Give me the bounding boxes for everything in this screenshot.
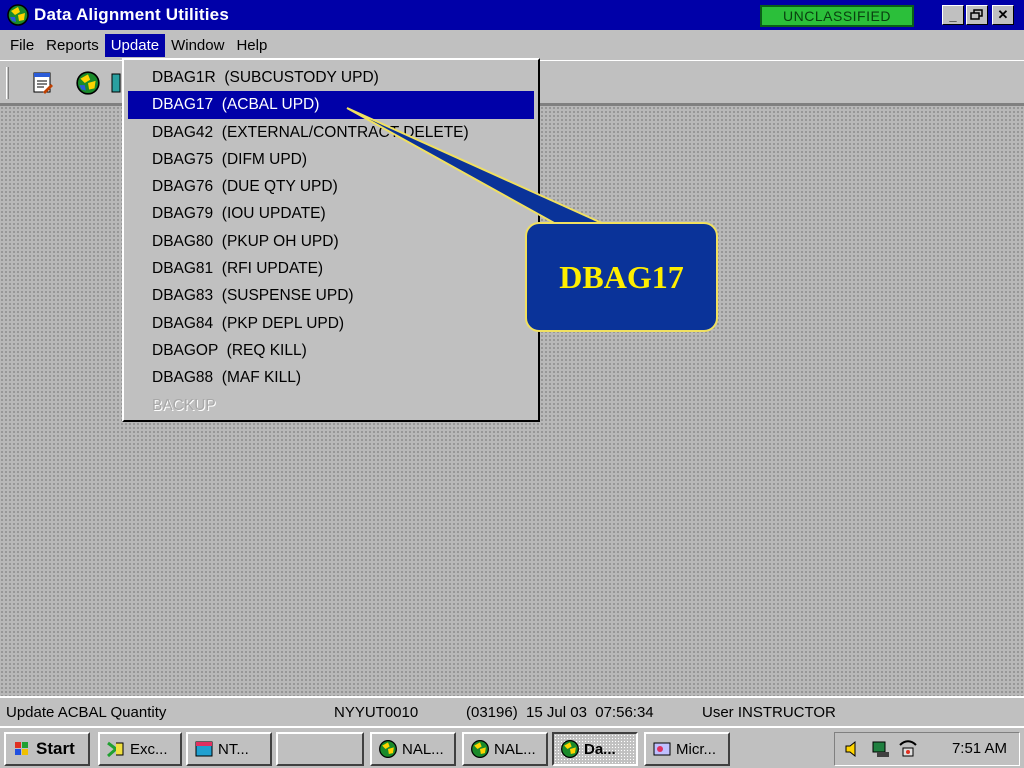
- callout-label: DBAG17: [525, 222, 718, 332]
- windows-logo-icon: [15, 742, 28, 755]
- status-terminal: NYYUT0010: [334, 704, 419, 721]
- classification-banner: UNCLASSIFIED: [760, 5, 914, 27]
- globe-icon: [76, 71, 100, 95]
- menu-bar: File Reports Update Window Help: [0, 30, 1024, 60]
- menu-help[interactable]: Help: [230, 34, 273, 57]
- globe-icon: [379, 740, 397, 758]
- status-user: User INSTRUCTOR: [702, 704, 836, 721]
- taskbar-button-label: Exc...: [130, 740, 168, 758]
- system-tray: 7:51 AM: [834, 732, 1020, 766]
- report-button[interactable]: [28, 69, 56, 97]
- report-icon: [33, 72, 53, 94]
- taskbar-button-microsoft[interactable]: Micr...: [644, 732, 730, 766]
- menu-update-label: Update: [110, 36, 160, 54]
- window-title: Data Alignment Utilities: [34, 5, 229, 24]
- dialup-icon[interactable]: [897, 739, 919, 759]
- menu-item-dbag84[interactable]: DBAG84 (PKP DEPL UPD): [128, 310, 534, 337]
- network-icon[interactable]: [871, 739, 893, 759]
- taskbar-button-label: Micr...: [676, 740, 716, 758]
- status-session: (03196) 15 Jul 03 07:56:34: [466, 704, 654, 721]
- globe-button[interactable]: [74, 69, 102, 97]
- menu-file[interactable]: File: [4, 34, 40, 57]
- menu-item-backup: BACKUP: [152, 396, 216, 414]
- menu-item-dbag79[interactable]: DBAG79 (IOU UPDATE): [128, 200, 534, 227]
- start-button[interactable]: Start: [4, 732, 90, 766]
- menu-reports[interactable]: Reports: [40, 34, 105, 57]
- menu-item-dbag1r[interactable]: DBAG1R (SUBCUSTODY UPD): [128, 64, 534, 91]
- menu-help-label: Help: [236, 36, 268, 54]
- title-bar[interactable]: Data Alignment Utilities UNCLASSIFIED _ …: [0, 0, 1024, 30]
- nt-window-icon: [195, 741, 213, 757]
- taskbar-button-label: NAL...: [494, 740, 536, 758]
- taskbar-button-label: Da...: [584, 740, 616, 758]
- app-globe-icon: [7, 4, 29, 26]
- presentation-icon: [653, 742, 671, 756]
- taskbar-button-blank[interactable]: [276, 732, 364, 766]
- partial-icon: [111, 73, 121, 93]
- status-message: Update ACBAL Quantity: [6, 704, 167, 721]
- taskbar-button-data-alignment[interactable]: Da...: [552, 732, 638, 766]
- excel-icon: [107, 741, 124, 758]
- minimize-button[interactable]: _: [942, 5, 964, 25]
- menu-item-dbag17[interactable]: DBAG17 (ACBAL UPD): [128, 91, 534, 119]
- partial-toolbar-button[interactable]: [108, 69, 122, 97]
- taskbar-button-label: NT...: [218, 740, 249, 758]
- globe-icon: [561, 740, 579, 758]
- menu-window-label: Window: [171, 36, 225, 54]
- menu-file-label: File: [10, 36, 35, 54]
- taskbar-button-nt[interactable]: NT...: [186, 732, 272, 766]
- toolbar-grip: [6, 67, 9, 99]
- menu-item-dbag42[interactable]: DBAG42 (EXTERNAL/CONTRACT DELETE): [128, 119, 534, 146]
- update-dropdown-menu: DBAG1R (SUBCUSTODY UPD) DBAG17 (ACBAL UP…: [122, 58, 540, 422]
- taskbar-button-excel[interactable]: Exc...: [98, 732, 182, 766]
- taskbar-button-nal-1[interactable]: NAL...: [370, 732, 456, 766]
- taskbar-button-label: NAL...: [402, 740, 444, 758]
- menu-item-dbag83[interactable]: DBAG83 (SUSPENSE UPD): [128, 282, 534, 309]
- status-bar: Update ACBAL Quantity NYYUT0010 (03196) …: [0, 696, 1024, 726]
- start-label: Start: [36, 739, 75, 758]
- menu-item-dbag81[interactable]: DBAG81 (RFI UPDATE): [128, 255, 534, 282]
- menu-item-dbag88[interactable]: DBAG88 (MAF KILL): [128, 364, 534, 391]
- menu-update[interactable]: Update: [104, 33, 166, 57]
- menu-item-dbag80[interactable]: DBAG80 (PKUP OH UPD): [128, 228, 534, 255]
- taskbar-button-nal-2[interactable]: NAL...: [462, 732, 548, 766]
- restore-icon: [970, 9, 983, 20]
- taskbar: Start Exc... NT... NAL... NAL... Da... M…: [0, 726, 1024, 768]
- menu-reports-label: Reports: [46, 36, 99, 54]
- clock[interactable]: 7:51 AM: [952, 740, 1007, 757]
- menu-window[interactable]: Window: [165, 34, 230, 57]
- menu-item-dbagop[interactable]: DBAGOP (REQ KILL): [128, 337, 534, 364]
- menu-item-dbag75[interactable]: DBAG75 (DIFM UPD): [128, 146, 534, 173]
- maximize-button[interactable]: [966, 5, 988, 25]
- globe-icon: [471, 740, 489, 758]
- close-button[interactable]: ✕: [992, 5, 1014, 25]
- speaker-icon[interactable]: [843, 739, 863, 759]
- menu-item-dbag76[interactable]: DBAG76 (DUE QTY UPD): [128, 173, 534, 200]
